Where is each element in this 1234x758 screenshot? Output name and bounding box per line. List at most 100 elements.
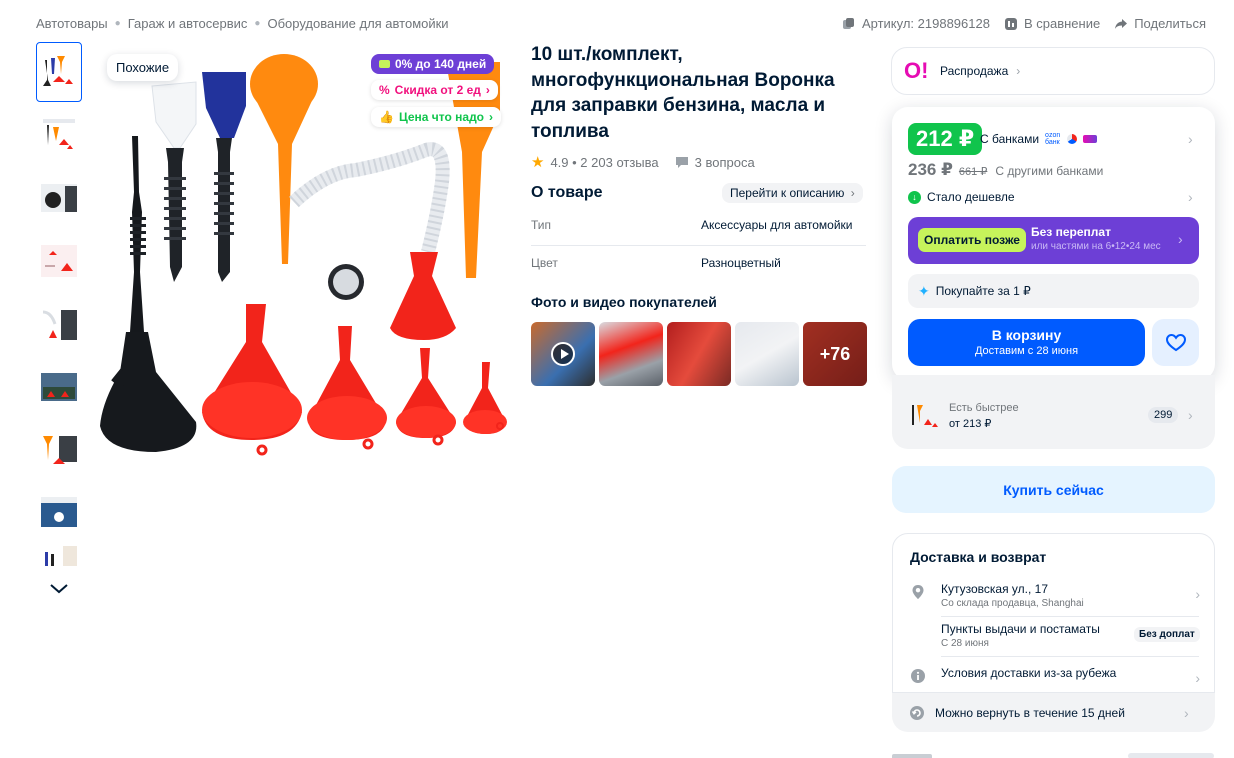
card-icon xyxy=(379,60,390,68)
spec-value: Аксессуары для автомойки xyxy=(701,218,853,232)
delivery-heading: Доставка и возврат xyxy=(910,549,1047,565)
price-dropped-label: Стало дешевле xyxy=(927,190,1015,204)
old-price: 661 ₽ xyxy=(958,166,988,178)
delivery-date-label: Доставим с 28 июня xyxy=(974,345,1079,357)
percent-icon: % xyxy=(379,83,390,97)
breadcrumb-item-carwash[interactable]: Оборудование для автомойки xyxy=(267,16,448,31)
buy-for-1-rub[interactable]: ✦ Покупайте за 1 ₽ xyxy=(908,274,1199,308)
chevron-right-icon: › xyxy=(1178,231,1183,247)
delivery-address: Кутузовская ул., 17 xyxy=(941,582,1049,596)
thumbnail-4[interactable] xyxy=(36,231,82,291)
location-pin-icon xyxy=(912,585,924,599)
goto-description-button[interactable]: Перейти к описанию › xyxy=(722,183,863,203)
compare-button[interactable]: В сравнение xyxy=(1004,16,1100,31)
customer-photo-4[interactable] xyxy=(735,322,799,386)
breadcrumb: Автотовары ● Гараж и автосервис ● Оборуд… xyxy=(36,16,449,31)
pickup-points-label: Пункты выдачи и постаматы xyxy=(941,622,1100,636)
customer-photo-3[interactable] xyxy=(667,322,731,386)
spec-value: Разноцветный xyxy=(701,256,781,270)
divider xyxy=(941,616,1199,617)
customer-photo-2[interactable] xyxy=(599,322,663,386)
price-dropped-link[interactable]: ↓ Стало дешевле xyxy=(908,190,1015,204)
spec-row: Тип Аксессуары для автомойки xyxy=(531,218,866,232)
faster-offer[interactable]: Есть быстрее от 213 ₽ 299 › xyxy=(892,375,1215,449)
favorite-button[interactable] xyxy=(1152,319,1199,366)
faster-offer-thumbnail xyxy=(912,405,938,427)
customer-photo-more[interactable]: +76 xyxy=(803,322,867,386)
thumbnail-5[interactable] xyxy=(36,294,82,354)
funnel-set-thumbnail xyxy=(43,56,73,86)
installment-label: 0% до 140 дней xyxy=(395,57,487,71)
breadcrumb-item-auto[interactable]: Автотовары xyxy=(36,16,108,31)
share-button[interactable]: Поделиться xyxy=(1114,16,1206,31)
return-policy-label: Можно вернуть в течение 15 дней xyxy=(935,705,1125,720)
similar-button[interactable]: Похожие xyxy=(107,54,179,81)
customer-video-1[interactable] xyxy=(531,322,595,386)
bank-price-info[interactable]: С банками ozon банк xyxy=(980,132,1098,146)
chevron-right-icon: › xyxy=(1184,705,1189,721)
thumbnail-7[interactable] xyxy=(36,420,82,480)
more-photos-count: +76 xyxy=(803,322,867,386)
sale-banner[interactable]: O! Распродажа › xyxy=(891,47,1215,95)
chevron-right-icon: › xyxy=(1188,407,1193,423)
spec-key: Цвет xyxy=(531,256,558,270)
other-price: 236 ₽ xyxy=(908,160,953,179)
bank-logo-icon xyxy=(1067,134,1078,144)
arrow-down-icon: ↓ xyxy=(908,190,921,204)
price-card: 212 ₽ С банками ozon банк › 236 ₽ 661 ₽ … xyxy=(892,107,1215,380)
abroad-delivery-row[interactable]: Условия доставки из-за рубежа › xyxy=(910,666,1200,686)
main-product-image[interactable] xyxy=(96,42,508,462)
goto-description-label: Перейти к описанию xyxy=(730,186,845,200)
thumbnail-1[interactable] xyxy=(36,42,82,102)
car-thumbnail xyxy=(41,497,77,527)
heart-icon xyxy=(1165,333,1186,351)
chat-icon xyxy=(675,156,688,168)
funnel-in-use-thumbnail xyxy=(41,184,77,212)
thumbnail-9[interactable] xyxy=(36,546,82,566)
breadcrumb-separator: ● xyxy=(254,18,261,29)
pickup-date: С 28 июня xyxy=(941,638,989,649)
chevron-right-icon: › xyxy=(1195,586,1200,602)
thumbs-up-icon: 👍 xyxy=(379,110,394,124)
other-bank-label: С другими банками xyxy=(995,164,1104,178)
play-icon xyxy=(551,342,575,366)
spec-key: Тип xyxy=(531,218,552,232)
bank-price[interactable]: 212 ₽ xyxy=(908,123,983,155)
chevron-right-icon: › xyxy=(1188,189,1193,205)
add-to-cart-button[interactable]: В корзину Доставим с 28 июня xyxy=(908,319,1145,366)
star-icon: ★ xyxy=(531,154,545,171)
return-policy-row[interactable]: Можно вернуть в течение 15 дней › xyxy=(892,693,1215,732)
chevron-right-icon: › xyxy=(485,83,490,97)
chevron-down-icon[interactable] xyxy=(47,580,71,596)
faster-offer-price: от 213 ₽ xyxy=(949,418,992,430)
bank-label: С банками xyxy=(980,132,1040,146)
thumbnail-3[interactable] xyxy=(36,168,82,228)
rating-reviews[interactable]: 4.9 • 2 203 отзыва xyxy=(550,155,658,170)
pay-later-button[interactable]: Оплатить позже xyxy=(918,228,1026,252)
chevron-right-icon: › xyxy=(1195,670,1200,686)
buy-now-button[interactable]: Купить сейчас xyxy=(892,466,1215,513)
pay-later-subtitle: или частями на 6•12•24 мес xyxy=(1031,241,1161,252)
thumbnail-8[interactable] xyxy=(36,483,82,543)
copy-icon xyxy=(842,17,854,29)
thumbnail-6[interactable] xyxy=(36,357,82,417)
share-icon xyxy=(1115,18,1128,29)
product-title: 10 шт./комплект, многофункциональная Вор… xyxy=(531,44,835,142)
pay-later-banner[interactable]: Оплатить позже Без переплат или частями … xyxy=(908,217,1199,264)
car-engine-thumbnail xyxy=(41,373,77,401)
discount-label: Скидка от 2 ед xyxy=(394,83,481,97)
breadcrumb-separator: ● xyxy=(114,18,121,29)
next-section-peek xyxy=(892,752,1215,758)
good-price-badge[interactable]: 👍 Цена что надо › xyxy=(371,107,502,127)
breadcrumb-item-garage[interactable]: Гараж и автосервис xyxy=(128,16,248,31)
ozon-logo-icon: O! xyxy=(904,58,929,83)
questions-link[interactable]: 3 вопроса xyxy=(675,155,755,170)
article-copy[interactable]: Артикул: 2198896128 xyxy=(842,16,990,31)
compare-label: В сравнение xyxy=(1023,16,1101,31)
discount-badge[interactable]: % Скидка от 2 ед › xyxy=(371,80,498,100)
thumbnail-2[interactable] xyxy=(36,105,82,165)
thumbnail-strip xyxy=(36,42,82,569)
installment-badge[interactable]: 0% до 140 дней xyxy=(371,54,495,74)
delivery-address-row[interactable]: Кутузовская ул., 17 Со склада продавца, … xyxy=(910,582,1200,614)
funnel-sizes-thumbnail xyxy=(41,245,77,277)
